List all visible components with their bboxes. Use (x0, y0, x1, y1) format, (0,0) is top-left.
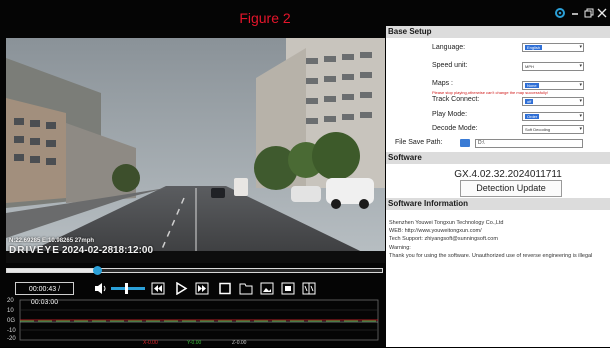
info-line: WEB: http://www.youweitongxun.com/ (389, 228, 482, 234)
decode-mode-label: Decode Mode: (432, 125, 478, 132)
software-header: Software (386, 152, 610, 164)
info-line: Thank you for using the software. Unauth… (389, 253, 593, 259)
graph-legend-z: Z-0.00 (232, 340, 247, 346)
video-frame[interactable] (6, 38, 385, 263)
play-icon[interactable] (174, 281, 188, 296)
track-connect-label: Track Connect: (432, 96, 480, 103)
date-overlay: 2024-02-28 (62, 245, 114, 256)
base-setup-header: Base Setup (386, 26, 610, 38)
volume-icon[interactable] (94, 282, 108, 295)
split-view-icon[interactable] (302, 282, 316, 295)
speed-unit-select[interactable]: MPH ▾ (522, 62, 584, 71)
graph-ylabel: -20 (7, 336, 16, 342)
seek-bar[interactable] (6, 266, 383, 275)
detection-update-button[interactable]: Detection Update (460, 180, 562, 197)
brand-overlay: DRIVEYE (9, 245, 60, 256)
settings-gear-icon[interactable] (554, 6, 566, 20)
time-display: 00:00:43 / 00:03:00 (15, 282, 74, 306)
maps-select[interactable]: None ▾ (522, 81, 584, 90)
language-select[interactable]: English ▾ (522, 43, 584, 52)
decode-mode-select[interactable]: Soft Decoding ▾ (522, 125, 584, 134)
graph-ylabel: -10 (7, 328, 16, 334)
info-line: Shenzhen Youwei Tongxun Technology Co.,L… (389, 220, 504, 226)
minimize-icon[interactable] (569, 6, 581, 20)
software-information-header: Software Information (386, 198, 610, 210)
graph-legend-x: X-0.00 (143, 340, 158, 346)
chevron-down-icon: ▾ (579, 113, 582, 119)
time-overlay: 18:12:00 (113, 245, 154, 256)
fullscreen-icon[interactable] (281, 282, 295, 295)
chevron-down-icon: ▾ (579, 126, 582, 132)
graph-ylabel: 0G (7, 318, 16, 324)
software-version: GX.4.02.32.2024011711 (454, 169, 562, 180)
volume-slider[interactable] (111, 287, 145, 290)
info-line: Tech Support: zhiyangsoft@sunningsoft.co… (389, 236, 498, 242)
volume-handle[interactable] (124, 283, 128, 294)
gsensor-plot (19, 299, 379, 341)
snapshot-icon[interactable] (260, 282, 274, 295)
chevron-down-icon: ▾ (579, 44, 582, 50)
file-save-path-label: File Save Path: (395, 139, 443, 146)
maps-label: Maps : (432, 80, 454, 87)
graph-ylabel: 10 (7, 308, 14, 314)
seek-handle[interactable] (92, 266, 102, 275)
prev-icon[interactable] (151, 282, 165, 295)
folder-icon[interactable] (239, 282, 253, 295)
close-icon[interactable] (596, 6, 608, 20)
graph-ylabel: 20 (7, 298, 14, 304)
language-label: Language: (432, 44, 466, 51)
next-icon[interactable] (195, 282, 209, 295)
stop-icon[interactable] (218, 282, 232, 295)
chevron-down-icon: ▾ (579, 63, 582, 69)
track-connect-select[interactable]: off ▾ (522, 97, 584, 106)
play-mode-select[interactable]: Order ▾ (522, 112, 584, 121)
restore-icon[interactable] (583, 6, 595, 20)
file-save-path-field[interactable]: D:\ (475, 139, 583, 148)
chevron-down-icon: ▾ (579, 98, 582, 104)
gsensor-graph (6, 298, 386, 343)
browse-folder-icon[interactable] (460, 139, 470, 147)
speed-unit-label: Speed unit: (432, 62, 468, 69)
info-line: Warning: (389, 245, 411, 251)
graph-legend-y: Y-0.00 (187, 340, 202, 346)
maps-warning: Please stop playing,otherwise can't chan… (432, 90, 548, 95)
seek-progress (7, 269, 97, 272)
gps-overlay: N:22.69285 E:10.98265 27mph (9, 238, 95, 244)
dashcam-scene (6, 38, 385, 263)
play-mode-label: Play Mode: (432, 111, 468, 118)
chevron-down-icon: ▾ (579, 82, 582, 88)
